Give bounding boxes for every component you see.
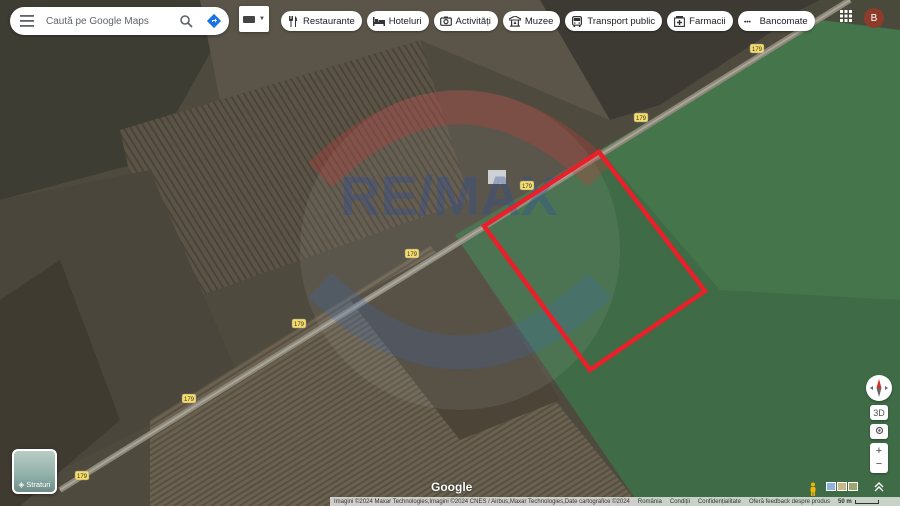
- road-shield: 179: [749, 43, 765, 54]
- keyboard-button[interactable]: ▼: [239, 6, 269, 32]
- imagery-thumb[interactable]: [848, 482, 858, 491]
- chip-activitati[interactable]: Activități: [433, 11, 498, 31]
- layers-button[interactable]: ◈ Straturi: [12, 449, 57, 494]
- imagery-thumb[interactable]: [837, 482, 847, 491]
- road-shield: 179: [519, 180, 535, 191]
- map-footer: Imagini ©2024 Maxar Technologies,Imagini…: [330, 497, 900, 506]
- svg-text:179: 179: [636, 116, 647, 122]
- menu-icon[interactable]: [10, 7, 44, 35]
- chevron-down-icon: ▼: [259, 16, 265, 22]
- google-logo: Google: [431, 480, 473, 494]
- chip-muzee[interactable]: Muzee: [502, 11, 561, 31]
- 3d-toggle-button[interactable]: 3D: [870, 405, 888, 420]
- pharmacy-icon: [673, 15, 685, 27]
- chip-hoteluri[interactable]: Hoteluri: [366, 11, 429, 31]
- camera-icon: [439, 15, 452, 27]
- my-location-button[interactable]: [870, 424, 888, 439]
- road-shield: 179: [181, 393, 197, 404]
- account-avatar[interactable]: B: [864, 8, 884, 28]
- attribution-text: Imagini ©2024 Maxar Technologies,Imagini…: [334, 498, 630, 505]
- zoom-in-button[interactable]: +: [876, 445, 882, 458]
- svg-text:179: 179: [522, 184, 533, 190]
- road-shield: 179: [291, 318, 307, 329]
- svg-text:•••: •••: [744, 19, 752, 26]
- zoom-controls: + −: [870, 443, 888, 473]
- chip-transport-public[interactable]: Transport public: [565, 11, 663, 31]
- directions-icon[interactable]: [199, 7, 229, 35]
- scale-label: 50 m: [838, 498, 852, 505]
- feedback-link[interactable]: Oferă feedback despre produs: [749, 499, 830, 505]
- svg-text:179: 179: [184, 397, 195, 403]
- svg-text:179: 179: [407, 252, 418, 258]
- chip-bancomate[interactable]: ••• Bancomate: [737, 11, 815, 31]
- road-shield: 179: [74, 470, 90, 481]
- layers-label: Straturi: [26, 480, 51, 489]
- expand-icon[interactable]: [873, 480, 885, 492]
- keyboard-icon: [243, 15, 255, 23]
- scale-bar: [854, 499, 879, 504]
- chip-farmacii[interactable]: Farmacii: [667, 11, 733, 31]
- location-icon: [875, 426, 884, 437]
- road-shield: 179: [404, 248, 420, 259]
- svg-text:179: 179: [77, 474, 88, 480]
- country-label: România: [637, 498, 662, 505]
- chip-restaurante[interactable]: Restaurante: [281, 11, 362, 31]
- road-shield: 179: [633, 112, 649, 123]
- layers-icon: ◈: [18, 480, 25, 489]
- search-box[interactable]: Caută pe Google Maps: [10, 7, 229, 35]
- search-icon[interactable]: [173, 7, 199, 35]
- bus-icon: [571, 15, 583, 27]
- atm-icon: •••: [744, 15, 756, 27]
- compass-icon[interactable]: [866, 375, 892, 401]
- apps-grid-icon[interactable]: [839, 9, 855, 25]
- pegman-icon[interactable]: [808, 482, 818, 496]
- category-chips: Restaurante Hoteluri Activități Muzee Tr…: [281, 11, 815, 31]
- satellite-map[interactable]: RE/MAX 179 179 179 179 179 179 179: [0, 0, 900, 506]
- fork-knife-icon: [287, 15, 299, 27]
- imagery-thumb[interactable]: [826, 482, 836, 491]
- museum-icon: [508, 15, 521, 27]
- zoom-out-button[interactable]: −: [876, 458, 882, 471]
- search-input[interactable]: Caută pe Google Maps: [44, 16, 173, 27]
- imagery-thumbnails: [826, 482, 858, 491]
- bed-icon: [372, 15, 385, 27]
- svg-text:179: 179: [752, 47, 763, 53]
- privacy-link[interactable]: Confidențialitate: [698, 499, 741, 505]
- svg-text:179: 179: [294, 322, 305, 328]
- terms-link[interactable]: Condiții: [670, 499, 690, 505]
- remax-watermark: RE/MAX: [340, 164, 558, 227]
